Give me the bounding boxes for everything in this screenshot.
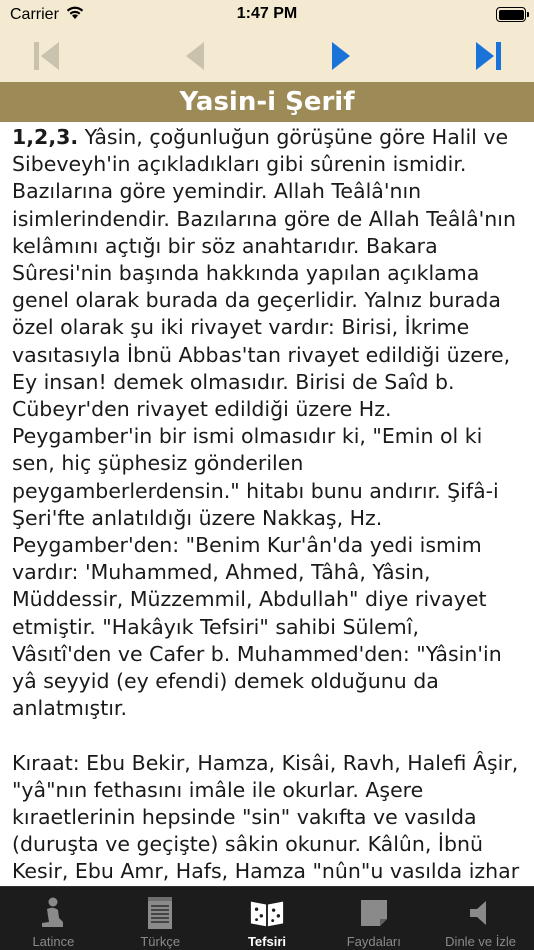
tab-label: Faydaları xyxy=(346,934,401,949)
content-paragraph: 1,2,3. Yâsin, çoğunluğun görüşüne göre H… xyxy=(12,124,522,722)
content-paragraph: Kıraat: Ebu Bekir, Hamza, Kisâi, Ravh, H… xyxy=(12,750,520,884)
tab-latince[interactable]: Latince xyxy=(0,887,107,950)
tab-bar: Latince Türkçe Tefsiri Faydaları Dinle v… xyxy=(0,886,534,950)
tab-tefsiri[interactable]: Tefsiri xyxy=(214,887,321,950)
praying-person-icon xyxy=(35,895,71,931)
next-icon xyxy=(330,40,352,72)
status-time: 1:47 PM xyxy=(236,5,298,22)
previous-icon xyxy=(184,40,206,72)
status-bar: Carrier 1:47 PM xyxy=(0,0,534,30)
tab-label: Türkçe xyxy=(140,934,181,949)
next-verse-button[interactable] xyxy=(321,36,361,76)
tab-faydalari[interactable]: Faydaları xyxy=(320,887,427,950)
skip-to-last-icon xyxy=(473,40,503,72)
skip-to-first-icon xyxy=(32,40,62,72)
navigation-toolbar xyxy=(0,30,534,82)
last-verse-button[interactable] xyxy=(468,36,508,76)
note-icon xyxy=(356,895,392,931)
tab-dinle-ve-izle[interactable]: Dinle ve İzle xyxy=(427,887,534,950)
previous-verse-button[interactable] xyxy=(175,36,215,76)
first-verse-button[interactable] xyxy=(27,36,67,76)
paragraph-text: Yâsin, çoğunluğun görüşüne göre Halil ve… xyxy=(12,125,516,721)
battery-icon xyxy=(496,7,529,22)
notepad-icon xyxy=(142,895,178,931)
tab-label: Dinle ve İzle xyxy=(445,934,516,949)
verse-number: 1,2,3. xyxy=(12,125,79,149)
speaker-icon xyxy=(463,895,499,931)
open-book-icon xyxy=(249,895,285,931)
page-title: Yasin-i Şerif xyxy=(0,82,534,122)
tab-label: Latince xyxy=(32,934,75,949)
tafsir-content[interactable]: 1,2,3. Yâsin, çoğunluğun görüşüne göre H… xyxy=(0,122,534,886)
tab-turkce[interactable]: Türkçe xyxy=(107,887,214,950)
tab-label: Tefsiri xyxy=(247,934,287,949)
